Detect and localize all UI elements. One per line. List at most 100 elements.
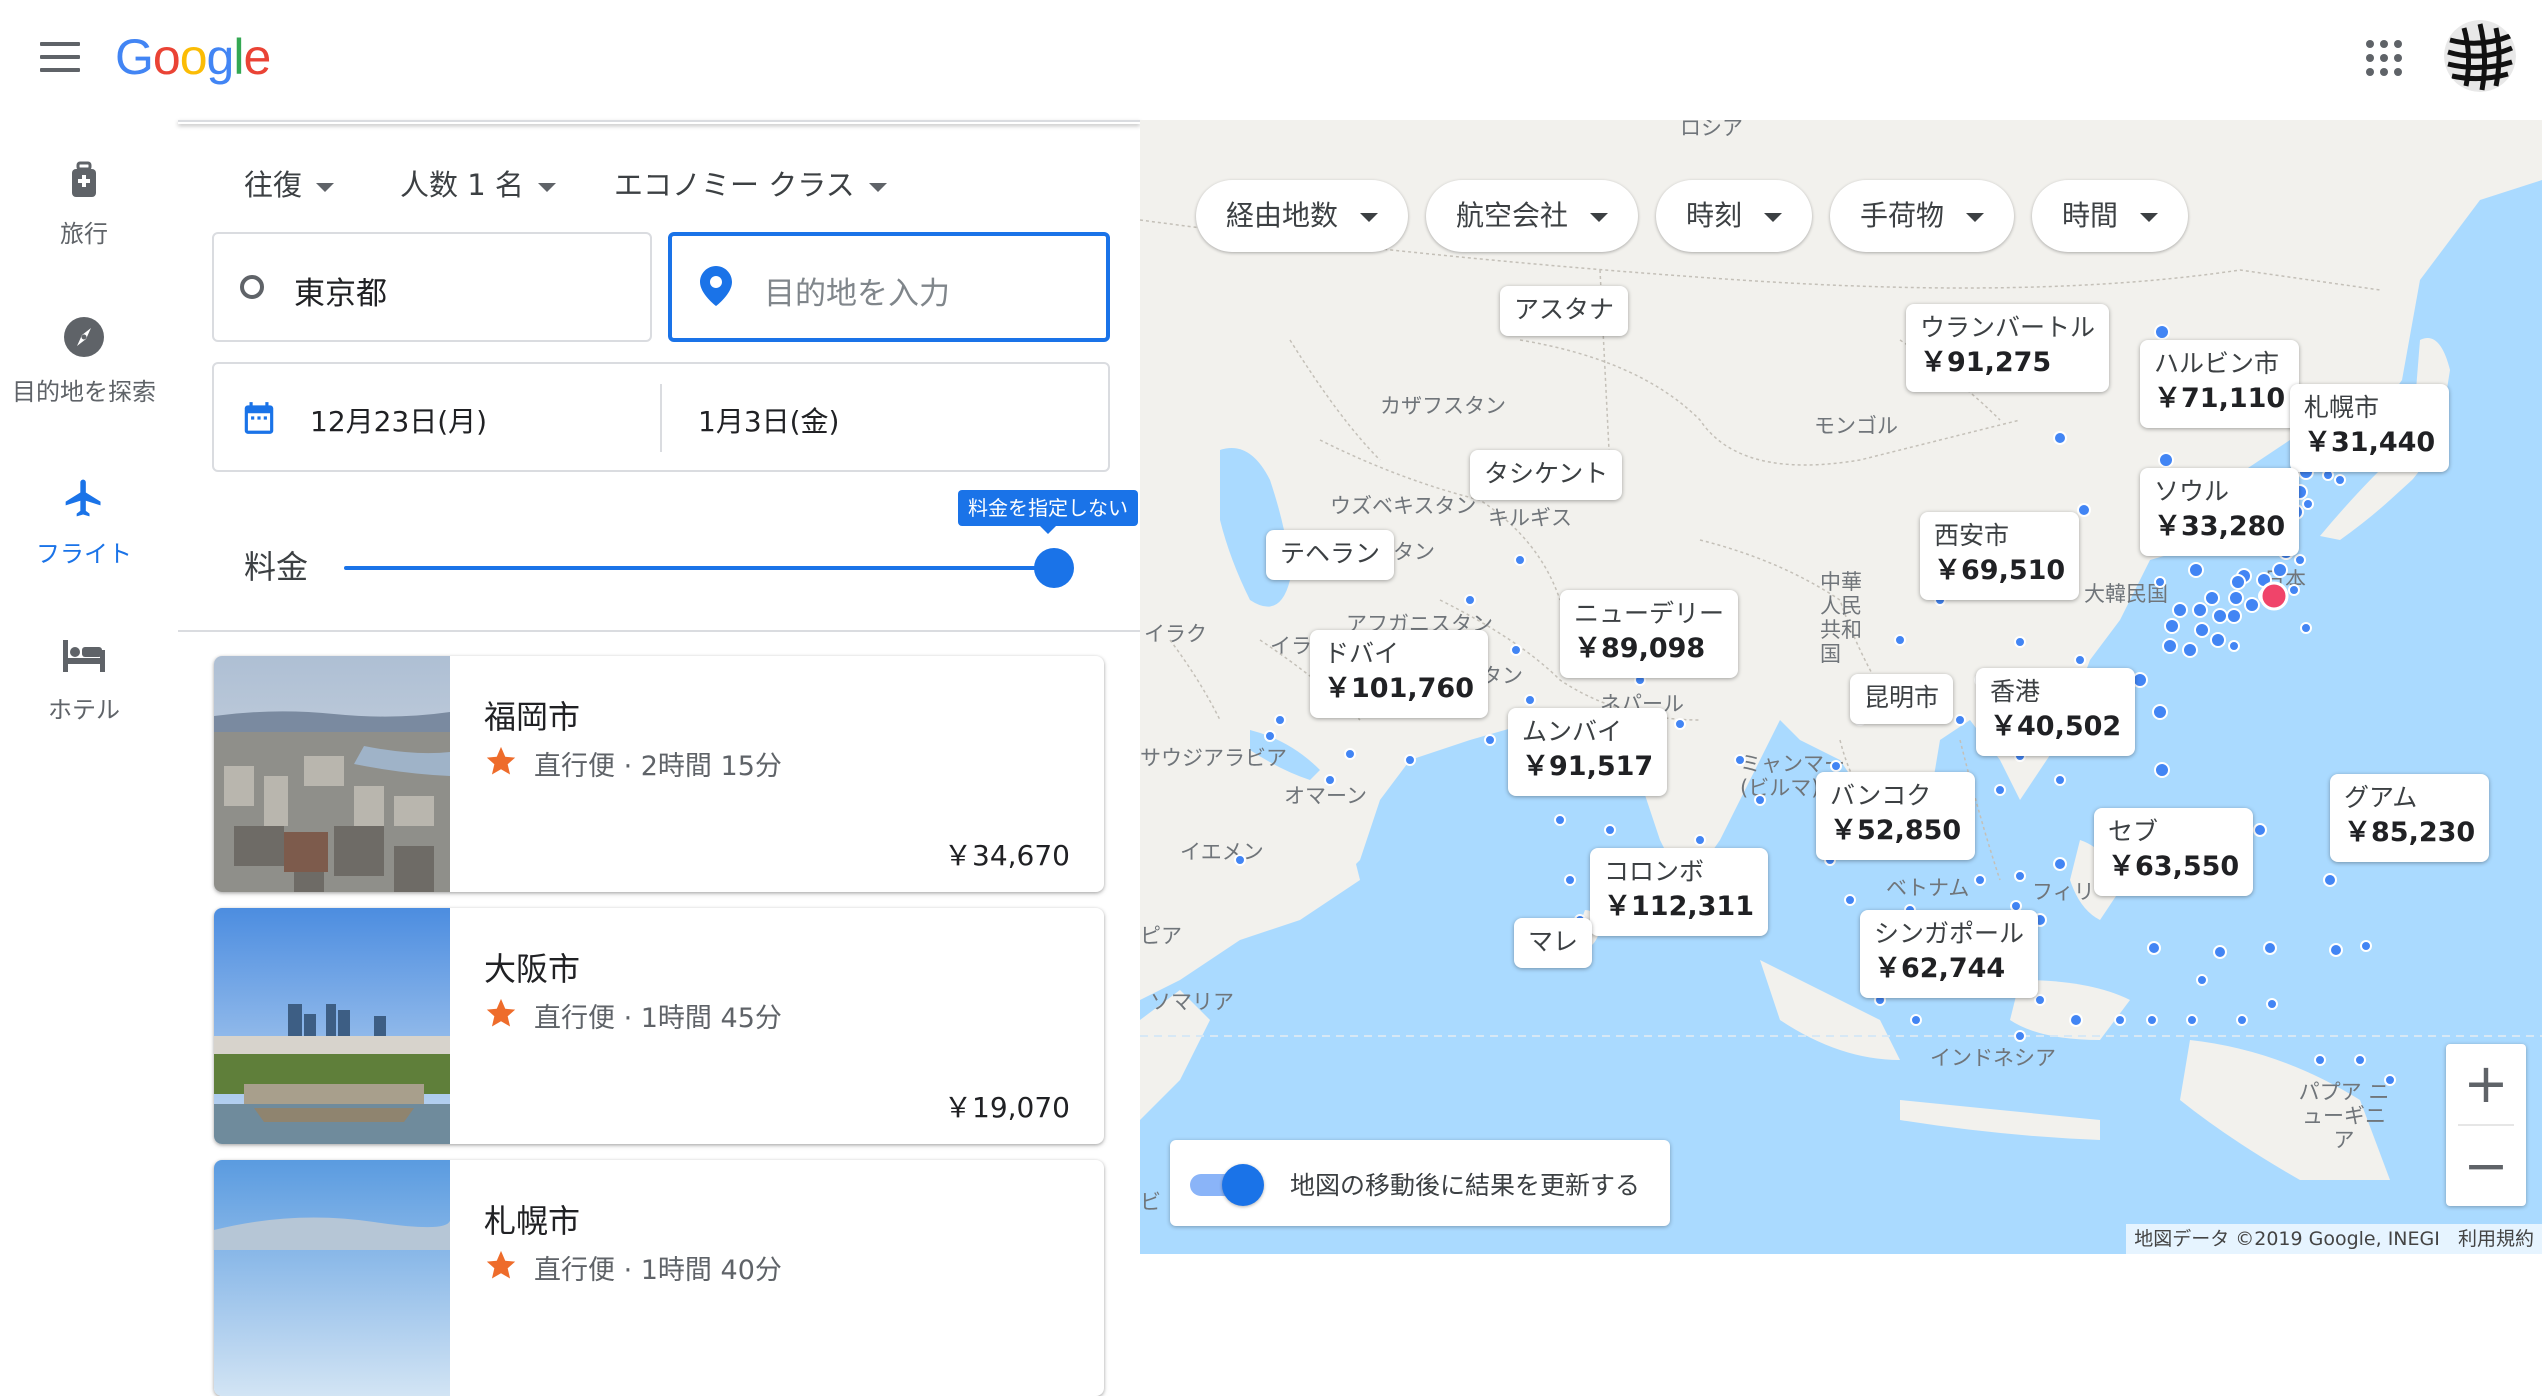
trip-type-dropdown[interactable]: 往復 [244, 162, 335, 204]
region-label: ビ [1140, 1190, 1161, 1214]
passengers-dropdown[interactable]: 人数 1 名 [400, 162, 556, 204]
destination-callout[interactable]: 札幌市 ￥31,440 [2290, 384, 2450, 472]
destination-callout[interactable]: ハルビン市 ￥71,110 [2140, 340, 2300, 428]
compass-icon [64, 317, 104, 357]
logo-letter: o [179, 29, 208, 85]
cabin-class-label: エコノミー クラス [614, 168, 855, 202]
chevron-down-icon [1360, 212, 1379, 222]
search-panel: 往復 人数 1 名 エコノミー クラス 東京都 目的地を入力 12月23日(月)… [178, 120, 1140, 1396]
account-avatar[interactable] [2444, 20, 2516, 92]
destination-callout[interactable]: ソウル ￥33,280 [2140, 468, 2300, 556]
zoom-out-button[interactable]: − [2446, 1126, 2526, 1206]
result-city: 大阪市 [484, 950, 581, 988]
hamburger-menu-icon[interactable] [40, 42, 80, 74]
destination-callout[interactable]: 昆明市 [1850, 674, 1954, 724]
logo-letter: g [206, 29, 235, 85]
destination-callout[interactable]: 西安市 ￥69,510 [1920, 512, 2080, 600]
destination-callout[interactable]: ウランバートル ￥91,275 [1906, 304, 2110, 392]
result-details: 直行便 · 1時間 45分 [534, 1003, 782, 1034]
callout-city: ソウル [2154, 477, 2230, 506]
callout-price: ￥85,230 [2344, 817, 2476, 848]
nav-label: フライト [36, 540, 132, 568]
airplane-icon [65, 479, 101, 517]
map-view[interactable]: 経由地数 航空会社 時刻 手荷物 時間 ロシア カザフスタン モンゴル ウズベキ… [1140, 120, 2542, 1254]
destination-callout[interactable]: タシケント [1470, 450, 1623, 500]
date-field[interactable]: 12月23日(月) 1月3日(金) [212, 362, 1110, 472]
star-icon [486, 1250, 516, 1279]
destination-callout[interactable]: バンコク ￥52,850 [1816, 772, 1976, 860]
result-card[interactable]: 大阪市 直行便 · 1時間 45分 ￥19,070 [214, 908, 1104, 1144]
update-on-move-toggle[interactable] [1222, 1164, 1264, 1206]
destination-callout[interactable]: グアム ￥85,230 [2330, 774, 2490, 862]
callout-city: ドバイ [1324, 639, 1400, 668]
nav-item-explore[interactable]: 目的地を探索 [0, 316, 168, 407]
nav-item-travel[interactable]: 旅行 [0, 160, 168, 249]
destination-callout[interactable]: コロンボ ￥112,311 [1590, 848, 1768, 936]
callout-city: マレ [1528, 927, 1579, 956]
filter-chip-airlines[interactable]: 航空会社 [1426, 180, 1639, 252]
fukuoka-photo [214, 656, 450, 892]
apps-grid-icon[interactable] [2366, 40, 2402, 76]
zoom-controls: + − [2446, 1044, 2526, 1206]
terms-link[interactable]: 利用規約 [2458, 1228, 2534, 1250]
zoom-in-button[interactable]: + [2446, 1044, 2526, 1124]
callout-city: グアム [2344, 783, 2418, 812]
cabin-class-dropdown[interactable]: エコノミー クラス [614, 162, 887, 204]
price-slider-thumb[interactable] [1034, 548, 1074, 588]
region-label: ウズベキスタン [1330, 494, 1477, 518]
google-logo[interactable]: Google [115, 28, 271, 86]
region-label: ロシア [1680, 120, 1743, 140]
destination-field[interactable]: 目的地を入力 [668, 232, 1110, 342]
price-slider-track[interactable] [344, 566, 1054, 570]
callout-price: ￥71,110 [2154, 383, 2286, 414]
nav-item-flights[interactable]: フライト [0, 476, 168, 569]
result-stops: 直行便 [534, 751, 615, 782]
depart-date[interactable]: 12月23日(月) [310, 400, 487, 440]
region-label: モンゴル [1814, 414, 1898, 438]
region-label: 中華人民共和国 [1820, 570, 1862, 666]
destination-callout[interactable]: アスタナ [1500, 286, 1629, 336]
callout-city: アスタナ [1514, 295, 1615, 324]
destination-callout[interactable]: セブ ￥63,550 [2094, 808, 2254, 896]
callout-city: ハルビン市 [2154, 349, 2280, 378]
filter-chip-times[interactable]: 時刻 [1656, 180, 1813, 252]
filter-label: 経由地数 [1226, 199, 1339, 232]
region-label: イラク [1144, 622, 1207, 646]
destination-callout[interactable]: ドバイ ￥101,760 [1310, 630, 1488, 718]
panel-divider [178, 630, 1140, 632]
update-on-move-control: 地図の移動後に結果を更新する [1170, 1140, 1670, 1226]
result-card[interactable]: 札幌市 直行便 · 1時間 40分 [214, 1160, 1104, 1396]
nav-item-hotels[interactable]: ホテル [0, 636, 168, 725]
callout-price: ￥101,760 [1324, 673, 1474, 704]
destination-callout[interactable]: ニューデリー ￥89,098 [1560, 590, 1739, 678]
callout-city: シンガポール [1874, 919, 2025, 948]
nav-label: ホテル [48, 696, 120, 724]
return-date[interactable]: 1月3日(金) [698, 400, 839, 440]
destination-callout[interactable]: シンガポール ￥62,744 [1860, 910, 2039, 998]
region-label: インドネシア [1930, 1046, 2056, 1070]
callout-city: ニューデリー [1574, 599, 1725, 628]
result-card[interactable]: 福岡市 直行便 · 2時間 15分 ￥34,670 [214, 656, 1104, 892]
destination-callout[interactable]: マレ [1514, 918, 1593, 968]
callout-city: タシケント [1484, 459, 1609, 488]
filter-chip-duration[interactable]: 時間 [2032, 180, 2189, 252]
result-details: 直行便 · 2時間 15分 [534, 751, 782, 782]
region-label: イラ [1270, 634, 1312, 658]
chevron-down-icon [868, 182, 887, 192]
result-duration: 1時間 45分 [640, 1003, 782, 1034]
filter-label: 手荷物 [1860, 199, 1945, 232]
callout-price: ￥89,098 [1574, 633, 1706, 664]
destination-callout[interactable]: 香港 ￥40,502 [1976, 668, 2136, 756]
callout-price: ￥63,550 [2108, 851, 2240, 882]
destination-callout[interactable]: テヘラン [1266, 530, 1395, 580]
filter-chip-bags[interactable]: 手荷物 [1830, 180, 2015, 252]
filter-chip-stops[interactable]: 経由地数 [1196, 180, 1409, 252]
origin-field[interactable]: 東京都 [212, 232, 652, 342]
region-label: ピア [1140, 924, 1182, 948]
result-duration: 1時間 40分 [640, 1255, 782, 1286]
destination-callout[interactable]: ムンバイ ￥91,517 [1508, 708, 1668, 796]
callout-city: 西安市 [1934, 521, 2010, 550]
star-icon [486, 998, 516, 1027]
chevron-down-icon [537, 182, 556, 192]
top-app-bar: Google [0, 0, 2542, 120]
